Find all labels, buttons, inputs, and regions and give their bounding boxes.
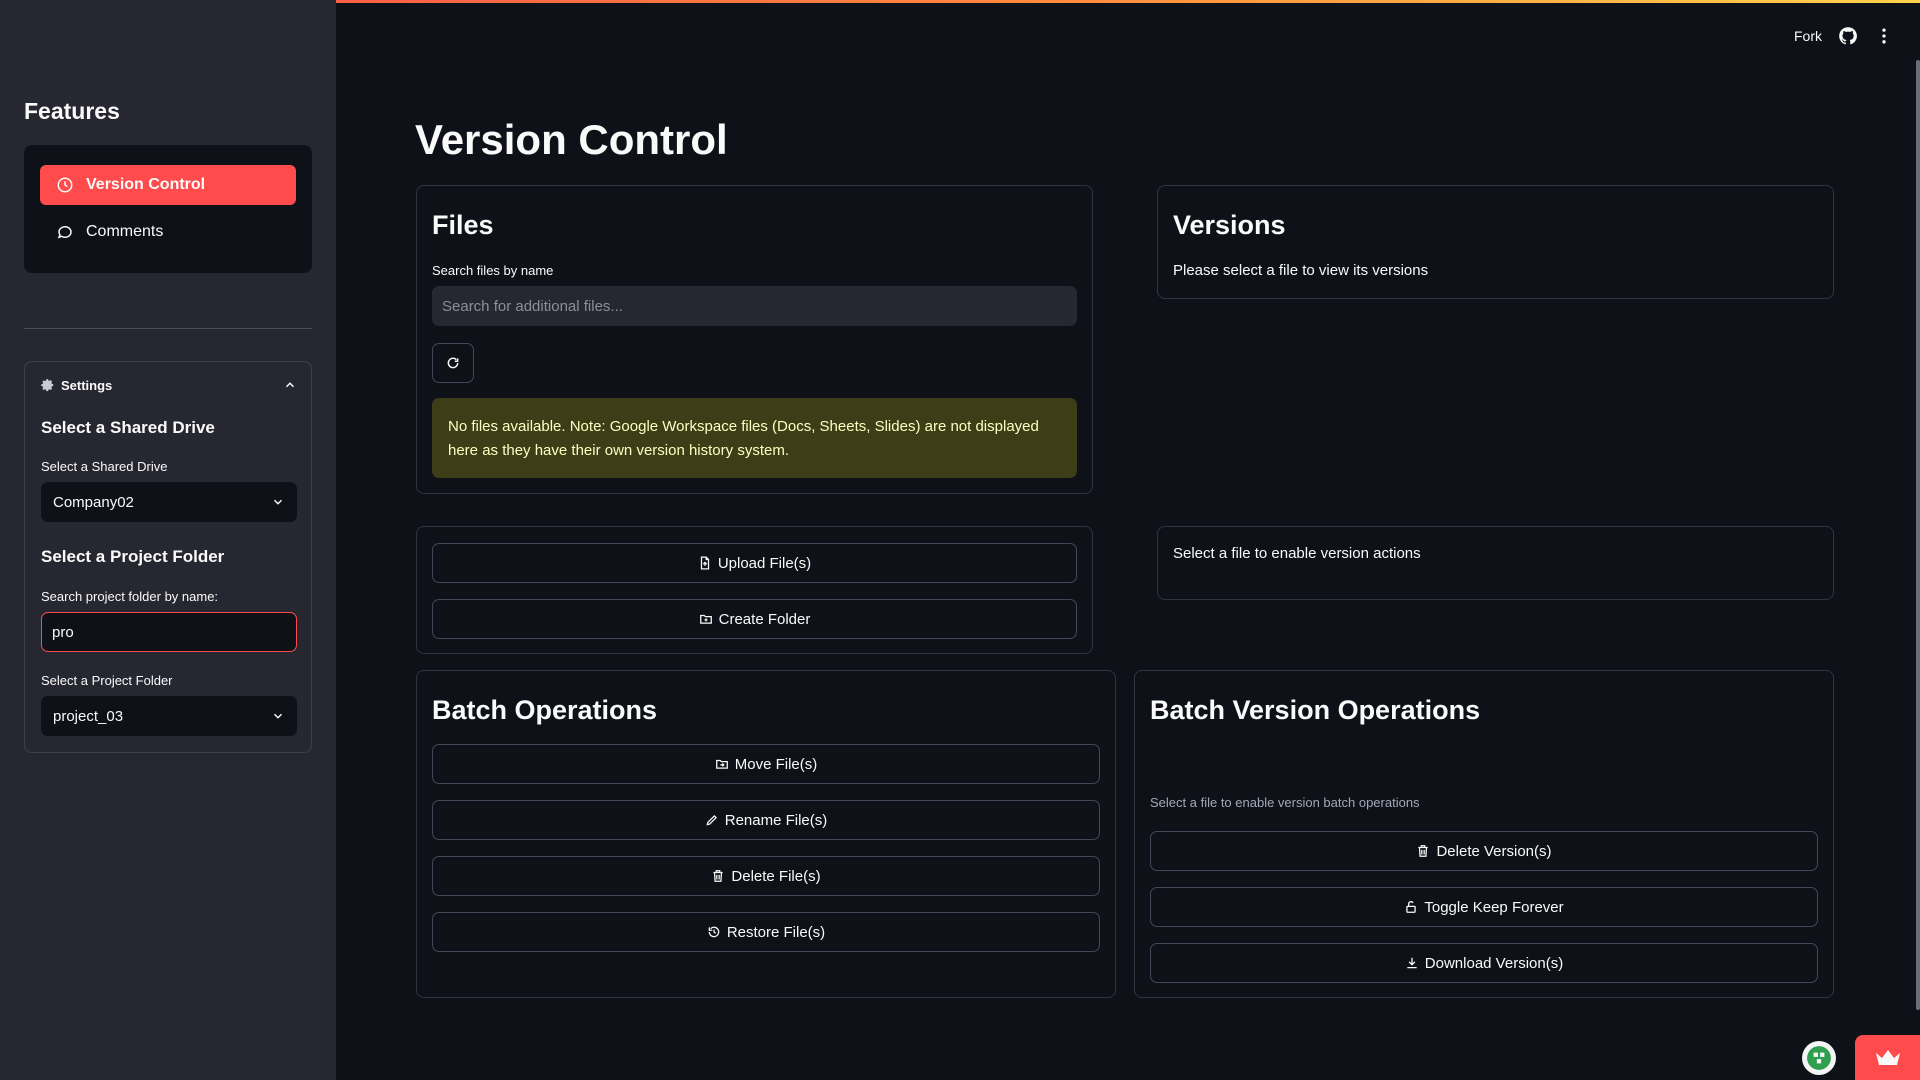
file-upload-icon	[698, 556, 712, 570]
project-folder-select-label: Select a Project Folder	[41, 673, 173, 688]
settings-expander: Settings Select a Shared Drive Select a …	[24, 361, 312, 753]
refresh-button[interactable]	[432, 343, 474, 383]
refresh-icon	[446, 356, 460, 370]
project-folder-subheader: Select a Project Folder	[41, 547, 225, 566]
no-files-warning: No files available. Note: Google Workspa…	[432, 398, 1077, 478]
trash-icon	[711, 869, 725, 883]
project-folder-search-input[interactable]	[41, 612, 297, 652]
streamlit-crown-button[interactable]	[1855, 1035, 1920, 1080]
sidebar-nav: Version Control Comments	[24, 145, 312, 273]
folder-move-icon	[715, 757, 729, 771]
restore-files-button[interactable]: Restore File(s)	[432, 912, 1100, 952]
shared-drive-select[interactable]: Company02	[41, 482, 297, 522]
nav-item-comments[interactable]: Comments	[40, 212, 296, 252]
delete-files-label: Delete File(s)	[731, 867, 821, 885]
pencil-icon	[705, 813, 719, 827]
batch-version-operations-title: Batch Version Operations	[1150, 695, 1481, 725]
chevron-up-icon[interactable]	[283, 378, 297, 392]
github-icon[interactable]	[1838, 26, 1858, 46]
project-folder-search-label: Search project folder by name:	[41, 589, 219, 604]
files-search-input[interactable]	[432, 286, 1077, 326]
rename-files-label: Rename File(s)	[724, 811, 828, 829]
files-search-label: Search files by name	[432, 263, 554, 278]
version-actions-message: Select a file to enable version actions	[1173, 545, 1421, 562]
page-title: Version Control	[415, 116, 728, 163]
versions-title: Versions	[1173, 210, 1286, 240]
nav-item-version-control[interactable]: Version Control	[40, 165, 296, 205]
sidebar: Features Version Control Comments Settin…	[0, 0, 336, 1080]
restore-files-label: Restore File(s)	[726, 923, 826, 941]
toggle-keep-forever-label: Toggle Keep Forever	[1424, 898, 1564, 916]
nav-item-label: Comments	[86, 223, 164, 240]
batch-version-message: Select a file to enable version batch op…	[1150, 795, 1420, 810]
crown-icon	[1875, 1049, 1901, 1067]
upload-files-label: Upload File(s)	[717, 554, 812, 572]
download-versions-button[interactable]: Download Version(s)	[1150, 943, 1818, 983]
versions-message: Please select a file to view its version…	[1173, 262, 1429, 279]
delete-versions-button[interactable]: Delete Version(s)	[1150, 831, 1818, 871]
trash-icon	[1416, 844, 1430, 858]
create-folder-button[interactable]: Create Folder	[432, 599, 1077, 639]
settings-header[interactable]: Settings	[41, 374, 297, 396]
create-folder-label: Create Folder	[718, 610, 811, 628]
sidebar-title: Features	[24, 98, 120, 124]
move-files-label: Move File(s)	[734, 755, 818, 773]
versions-card: Versions Please select a file to view it…	[1157, 185, 1834, 299]
history-icon	[56, 176, 74, 194]
settings-title: Settings	[61, 377, 113, 393]
batch-version-operations-card: Batch Version Operations Select a file t…	[1134, 670, 1834, 998]
restore-icon	[707, 925, 721, 939]
comment-icon	[56, 223, 74, 241]
gear-icon	[41, 378, 55, 392]
chevron-down-icon	[271, 709, 285, 723]
download-versions-label: Download Version(s)	[1424, 954, 1564, 972]
move-files-button[interactable]: Move File(s)	[432, 744, 1100, 784]
files-card: Files Search files by name No files avai…	[416, 185, 1093, 494]
upload-files-button[interactable]: Upload File(s)	[432, 543, 1077, 583]
sidebar-divider	[24, 328, 312, 329]
batch-operations-card: Batch Operations Move File(s) Rename Fil…	[416, 670, 1116, 998]
fork-link[interactable]: Fork	[1794, 28, 1822, 44]
version-actions-card: Select a file to enable version actions	[1157, 526, 1834, 600]
app-header-actions: Fork	[1794, 24, 1894, 48]
rename-files-button[interactable]: Rename File(s)	[432, 800, 1100, 840]
folder-plus-icon	[699, 612, 713, 626]
delete-files-button[interactable]: Delete File(s)	[432, 856, 1100, 896]
delete-versions-label: Delete Version(s)	[1436, 842, 1552, 860]
project-folder-value: project_03	[53, 707, 124, 725]
project-folder-select[interactable]: project_03	[41, 696, 297, 736]
shared-drive-value: Company02	[53, 493, 134, 511]
app-avatar-icon[interactable]	[1802, 1041, 1836, 1075]
nav-item-label: Version Control	[86, 176, 206, 193]
download-icon	[1405, 956, 1419, 970]
batch-operations-title: Batch Operations	[432, 695, 658, 725]
more-vertical-icon[interactable]	[1874, 26, 1894, 46]
scrollbar[interactable]	[1916, 60, 1920, 1010]
toggle-keep-forever-button[interactable]: Toggle Keep Forever	[1150, 887, 1818, 927]
file-actions-card: Upload File(s) Create Folder	[416, 526, 1093, 654]
shared-drive-subheader: Select a Shared Drive	[41, 418, 215, 437]
files-title: Files	[432, 210, 494, 240]
shared-drive-label: Select a Shared Drive	[41, 459, 168, 474]
unlock-icon	[1404, 900, 1418, 914]
chevron-down-icon	[271, 495, 285, 509]
